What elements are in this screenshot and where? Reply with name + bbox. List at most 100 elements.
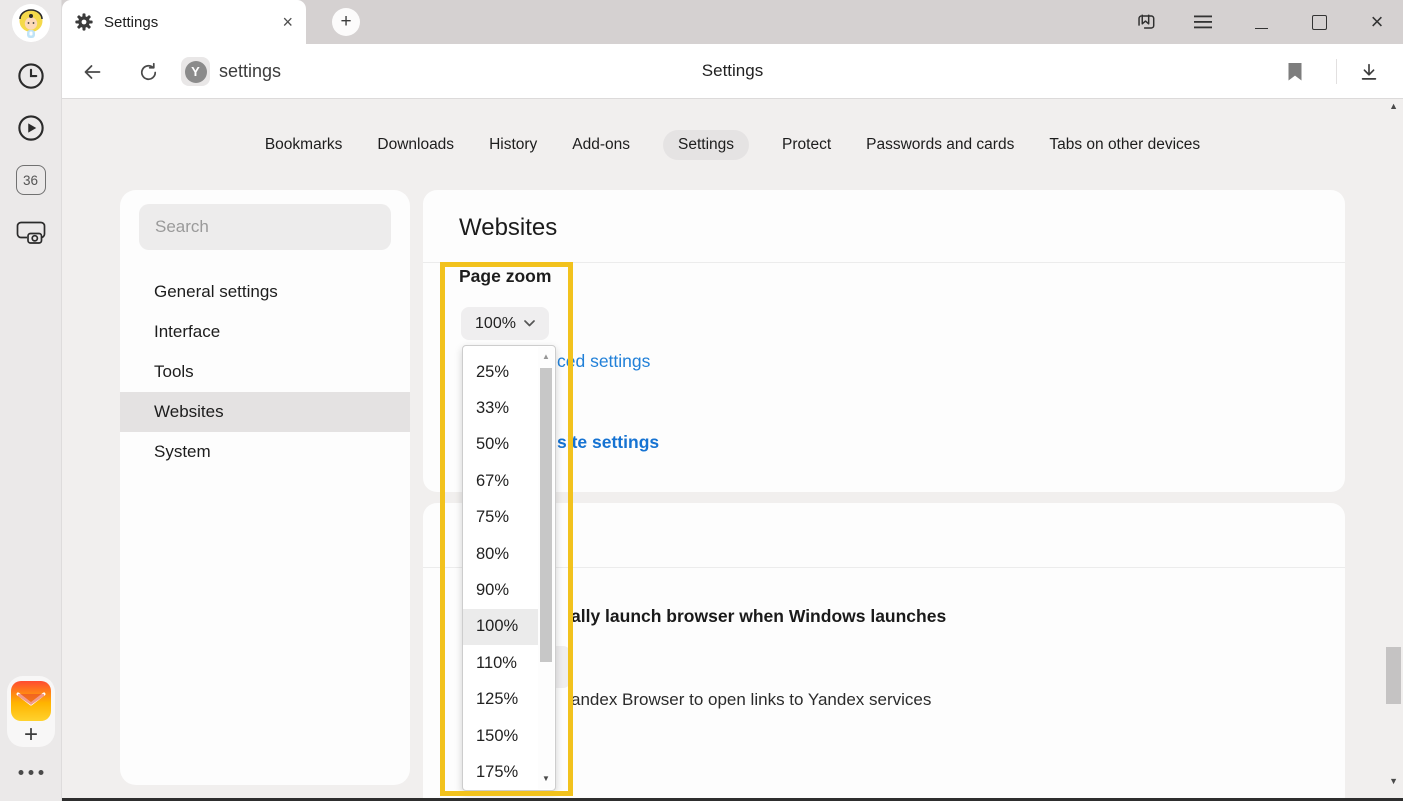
yandex-logo-icon: Y [185,61,207,83]
window-controls: × [1133,0,1389,44]
settings-nav-item-label: General settings [154,282,278,302]
zoom-option[interactable]: 50% [463,427,538,463]
address-bar-url[interactable]: settings [219,61,281,82]
settings-nav-item[interactable]: Tools [120,352,410,392]
top-nav-tab-label: Add-ons [572,136,630,153]
page-zoom-select[interactable]: 100% [461,307,549,340]
zoom-option[interactable]: 33% [463,390,538,426]
toolbar: Y settings Settings [62,44,1403,99]
yandex-links-row-fragment: andex Browser to open links to Yandex se… [571,690,931,710]
launch-browser-row-fragment: ally launch browser when Windows launche… [571,606,946,627]
dropdown-scroll-down-icon[interactable]: ▼ [542,774,550,783]
site-settings-link-fragment[interactable]: site settings [557,432,659,453]
yandex-mail-icon[interactable] [11,681,51,721]
zoom-option[interactable]: 80% [463,536,538,572]
tab-panel-icon[interactable] [1133,10,1157,34]
dropdown-scrollbar[interactable]: ▲ ▼ [538,347,554,789]
zoom-option[interactable]: 75% [463,500,538,536]
websites-card: Websites Page zoom 100% ced settings sit… [423,190,1345,492]
minimize-button[interactable] [1249,10,1273,34]
zoom-option-label: 80% [476,545,509,564]
zoom-option[interactable]: 90% [463,572,538,608]
settings-nav-item[interactable]: General settings [120,272,410,312]
search-input[interactable] [139,204,391,250]
zoom-option[interactable]: 67% [463,463,538,499]
page-scrollbar-thumb[interactable] [1386,647,1401,704]
zoom-option-label: 90% [476,581,509,600]
sidebar-apps-pill: + [7,676,55,747]
advanced-settings-link-fragment[interactable]: ced settings [557,351,650,372]
back-icon[interactable] [78,58,106,86]
zoom-option[interactable]: 110% [463,645,538,681]
page-zoom-dropdown: 25% 33% 50% 67% 75% 80% 90% 100% [462,345,556,791]
media-play-icon[interactable] [16,113,46,143]
top-nav-tab[interactable]: Protect [780,130,833,160]
page-zoom-value: 100% [475,315,516,333]
zoom-option[interactable]: 175% [463,754,538,790]
zoom-option[interactable]: 125% [463,682,538,718]
top-nav-tab-label: Settings [678,136,734,153]
page-scroll-up-icon[interactable]: ▲ [1389,101,1398,111]
close-button[interactable]: × [1365,10,1389,34]
tab-close-icon[interactable]: × [282,13,293,31]
settings-nav-list: General settings Interface Tools Website… [120,272,410,472]
settings-nav-item-label: Interface [154,322,220,342]
top-nav-tab-label: Protect [782,136,831,153]
top-nav-tab-label: History [489,136,537,153]
zoom-option-label: 50% [476,435,509,454]
top-nav-tab[interactable]: Add-ons [570,130,632,160]
screenshot-icon[interactable] [15,217,47,247]
left-sidebar: 36 [0,0,62,801]
bookmark-icon[interactable] [1281,58,1309,86]
settings-nav-item[interactable]: Websites [120,392,410,432]
zoom-option-label: 67% [476,472,509,491]
top-nav-tab-label: Passwords and cards [866,136,1014,153]
dropdown-scrollbar-thumb[interactable] [540,368,552,662]
sidebar-more-button[interactable] [18,770,43,775]
gear-icon [75,13,93,31]
settings-top-nav: Bookmarks Downloads History Add-ons Sett… [62,129,1403,161]
add-app-button[interactable]: + [24,723,38,747]
top-nav-tab[interactable]: Bookmarks [263,130,345,160]
settings-nav-item[interactable]: Interface [120,312,410,352]
new-tab-button[interactable]: + [332,8,360,36]
tab-counter[interactable]: 36 [16,165,46,195]
tab-title: Settings [104,14,158,31]
site-badge[interactable]: Y [181,57,210,86]
top-nav-tab[interactable]: Passwords and cards [864,130,1016,160]
zoom-option-label: 100% [476,617,518,636]
download-icon[interactable] [1355,58,1383,86]
reload-icon[interactable] [134,58,162,86]
top-nav-tab[interactable]: Settings [663,130,749,160]
tab-counter-value: 36 [23,173,38,188]
websites-section-title: Websites [459,214,557,242]
settings-nav-item-label: Websites [154,402,224,422]
zoom-option-label: 110% [476,654,517,673]
browser-window: 36 [0,0,1403,801]
zoom-option[interactable]: 150% [463,718,538,754]
menu-icon[interactable] [1191,10,1215,34]
top-nav-tab[interactable]: Tabs on other devices [1047,130,1202,160]
page-scroll-down-icon[interactable]: ▼ [1389,776,1398,786]
settings-nav-item-label: System [154,442,211,462]
card-divider [423,262,1345,263]
top-nav-tab[interactable]: Downloads [375,130,456,160]
tab-settings[interactable]: Settings × [62,0,306,44]
settings-page: ▲ ▼ Bookmarks Downloads History Add-ons … [62,99,1403,801]
zoom-option-label: 175% [476,763,518,782]
zoom-option[interactable]: 25% [463,354,538,390]
profile-avatar[interactable] [12,4,50,42]
zoom-option[interactable]: 100% [463,609,538,645]
maximize-button[interactable] [1307,10,1331,34]
dropdown-scroll-up-icon[interactable]: ▲ [542,352,550,361]
history-icon[interactable] [16,61,46,91]
next-section-card: ally launch browser when Windows launche… [423,503,1345,801]
zoom-options-list: 25% 33% 50% 67% 75% 80% 90% 100% [463,346,538,791]
avatar-girl-illustration [12,4,50,42]
zoom-option-label: 150% [476,727,518,746]
top-nav-tab-label: Downloads [377,136,454,153]
top-nav-tab[interactable]: History [487,130,539,160]
zoom-option-label: 75% [476,508,509,527]
settings-nav-item-label: Tools [154,362,194,382]
settings-nav-item[interactable]: System [120,432,410,472]
